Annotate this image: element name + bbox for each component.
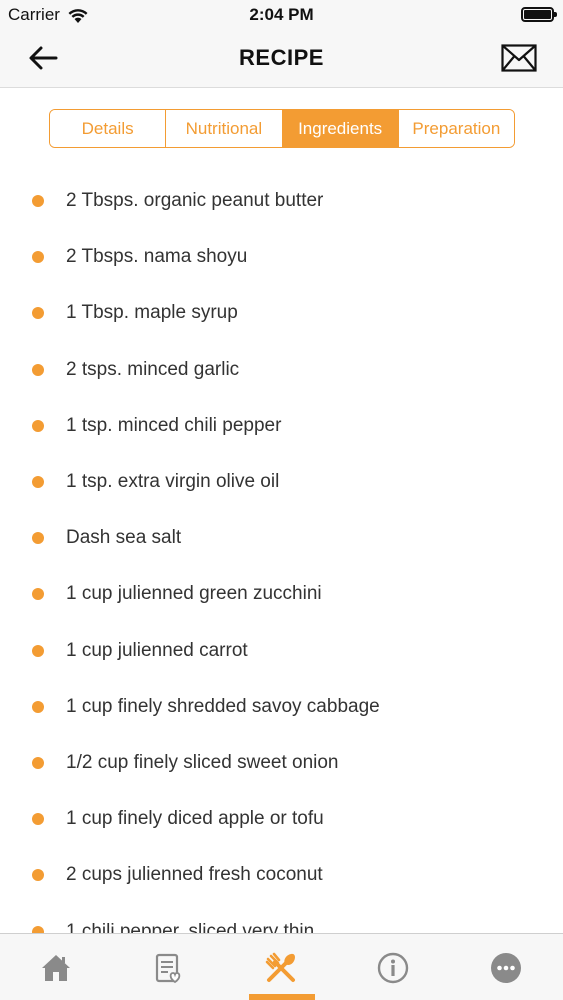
home-icon bbox=[42, 954, 70, 981]
tab-nutritional[interactable]: Nutritional bbox=[166, 110, 283, 147]
bullet-icon bbox=[32, 925, 44, 933]
bullet-icon bbox=[32, 363, 44, 376]
list-item: 1 Tbsp. maple syrup bbox=[0, 285, 563, 341]
status-time: 2:04 PM bbox=[249, 5, 314, 24]
ingredient-text: 2 cups julienned fresh coconut bbox=[66, 864, 323, 886]
mail-icon[interactable] bbox=[501, 44, 537, 72]
ingredient-text: 2 tsps. minced garlic bbox=[66, 358, 240, 380]
list-item: 1 cup julienned green zucchini bbox=[0, 566, 563, 622]
bullet-icon bbox=[32, 700, 44, 713]
status-bar: Carrier 2:04 PM bbox=[0, 0, 563, 30]
segmented-control: Details Nutritional Ingredients Preparation bbox=[49, 109, 515, 148]
ingredients-list: 2 Tbsps. organic peanut butter 2 Tbsps. n… bbox=[0, 173, 563, 933]
ingredient-text: 2 Tbsps. organic peanut butter bbox=[66, 190, 324, 212]
ingredient-text: 1 cup julienned carrot bbox=[66, 639, 248, 661]
ingredient-text: 1/2 cup finely sliced sweet onion bbox=[66, 751, 339, 773]
battery-icon bbox=[521, 7, 557, 22]
tab-bar bbox=[0, 933, 563, 1000]
list-item: 1 tsp. minced chili pepper bbox=[0, 398, 563, 454]
ingredient-text: 1 cup finely shredded savoy cabbage bbox=[66, 695, 380, 717]
list-item: 2 tsps. minced garlic bbox=[0, 342, 563, 398]
list-item: 1 cup finely shredded savoy cabbage bbox=[0, 679, 563, 735]
bullet-icon bbox=[32, 813, 44, 826]
tab-ingredients[interactable] bbox=[225, 934, 337, 1000]
tab-ingredients[interactable]: Ingredients bbox=[282, 110, 399, 147]
list-item: 2 Tbsps. nama shoyu bbox=[0, 229, 563, 285]
list-item: 1/2 cup finely sliced sweet onion bbox=[0, 735, 563, 791]
ingredient-text: Dash sea salt bbox=[66, 527, 182, 549]
ingredient-text: 1 tsp. minced chili pepper bbox=[66, 414, 282, 436]
ingredient-text: 1 Tbsp. maple syrup bbox=[66, 302, 238, 324]
recipe-list-icon bbox=[155, 953, 181, 983]
list-item: 1 chili pepper, sliced very thin bbox=[0, 903, 563, 933]
ingredient-text: 1 cup julienned green zucchini bbox=[66, 583, 322, 605]
list-item: Dash sea salt bbox=[0, 510, 563, 566]
bullet-icon bbox=[32, 532, 44, 545]
list-item: 2 Tbsps. organic peanut butter bbox=[0, 173, 563, 229]
bullet-icon bbox=[32, 869, 44, 882]
bullet-icon bbox=[32, 195, 44, 208]
tab-home[interactable] bbox=[0, 934, 112, 1000]
tab-recipes[interactable] bbox=[112, 934, 224, 1000]
page-title: RECIPE bbox=[239, 45, 324, 70]
more-icon bbox=[491, 952, 521, 983]
info-icon bbox=[377, 952, 409, 983]
bullet-icon bbox=[32, 756, 44, 769]
list-item: 1 tsp. extra virgin olive oil bbox=[0, 454, 563, 510]
bullet-icon bbox=[32, 251, 44, 264]
ingredient-text: 1 tsp. extra virgin olive oil bbox=[66, 471, 280, 493]
active-tab-indicator bbox=[249, 994, 315, 1000]
bullet-icon bbox=[32, 476, 44, 489]
ingredient-text: 1 cup finely diced apple or tofu bbox=[66, 808, 324, 830]
utensils-icon bbox=[265, 952, 295, 982]
ingredient-text: 2 Tbsps. nama shoyu bbox=[66, 246, 248, 268]
list-item: 1 cup finely diced apple or tofu bbox=[0, 791, 563, 847]
bullet-icon bbox=[32, 419, 44, 432]
tab-preparation[interactable]: Preparation bbox=[398, 110, 514, 147]
tab-more[interactable] bbox=[450, 934, 562, 1000]
bullet-icon bbox=[32, 588, 44, 601]
bullet-icon bbox=[32, 644, 44, 657]
ingredient-text: 1 chili pepper, sliced very thin bbox=[66, 920, 315, 933]
list-item: 2 cups julienned fresh coconut bbox=[0, 847, 563, 903]
list-item: 1 cup julienned carrot bbox=[0, 623, 563, 679]
navigation-bar: RECIPE bbox=[0, 30, 563, 88]
tab-details[interactable]: Details bbox=[50, 110, 167, 147]
tab-info[interactable] bbox=[337, 934, 449, 1000]
bullet-icon bbox=[32, 307, 44, 320]
